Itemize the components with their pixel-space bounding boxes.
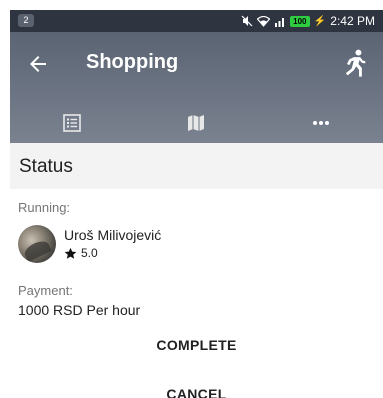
tab-more[interactable] — [259, 102, 383, 143]
page-title: Shopping — [86, 51, 179, 73]
signal-icon — [274, 17, 284, 27]
section-title: Status — [19, 156, 73, 177]
rating-value: 5.0 — [81, 246, 98, 260]
running-person-icon — [345, 49, 366, 77]
tab-bar — [10, 102, 383, 143]
tab-map[interactable] — [134, 102, 258, 143]
notification-count-badge: 2 — [18, 14, 34, 27]
status-icons: 100 ⚡ 2:42 PM — [241, 13, 375, 29]
mute-icon — [241, 15, 253, 27]
wifi-icon — [256, 15, 270, 27]
charging-icon: ⚡ — [313, 15, 327, 27]
status-section-header: Status — [10, 143, 383, 189]
payment-value: 1000 RSD Per hour — [18, 302, 141, 318]
payment-label: Payment: — [18, 283, 73, 298]
cancel-button[interactable]: CANCEL — [10, 386, 383, 398]
user-rating: 5.0 — [64, 246, 98, 260]
running-label: Running: — [18, 200, 71, 215]
running-action-button[interactable] — [341, 48, 369, 80]
tab-list[interactable] — [10, 102, 134, 143]
list-icon — [63, 113, 81, 132]
back-button[interactable] — [26, 52, 50, 76]
map-icon — [188, 114, 205, 131]
more-icon — [312, 120, 329, 125]
clock: 2:42 PM — [330, 14, 375, 28]
star-icon — [64, 247, 77, 259]
system-status-bar: 2 100 ⚡ 2:42 PM — [10, 10, 383, 32]
app-bar: Shopping — [10, 32, 383, 143]
complete-button[interactable]: COMPLETE — [10, 337, 383, 357]
user-name: Uroš Milivojević — [64, 227, 162, 243]
battery-icon: 100 — [289, 15, 310, 27]
arrow-left-icon — [30, 56, 46, 72]
avatar — [18, 225, 56, 263]
